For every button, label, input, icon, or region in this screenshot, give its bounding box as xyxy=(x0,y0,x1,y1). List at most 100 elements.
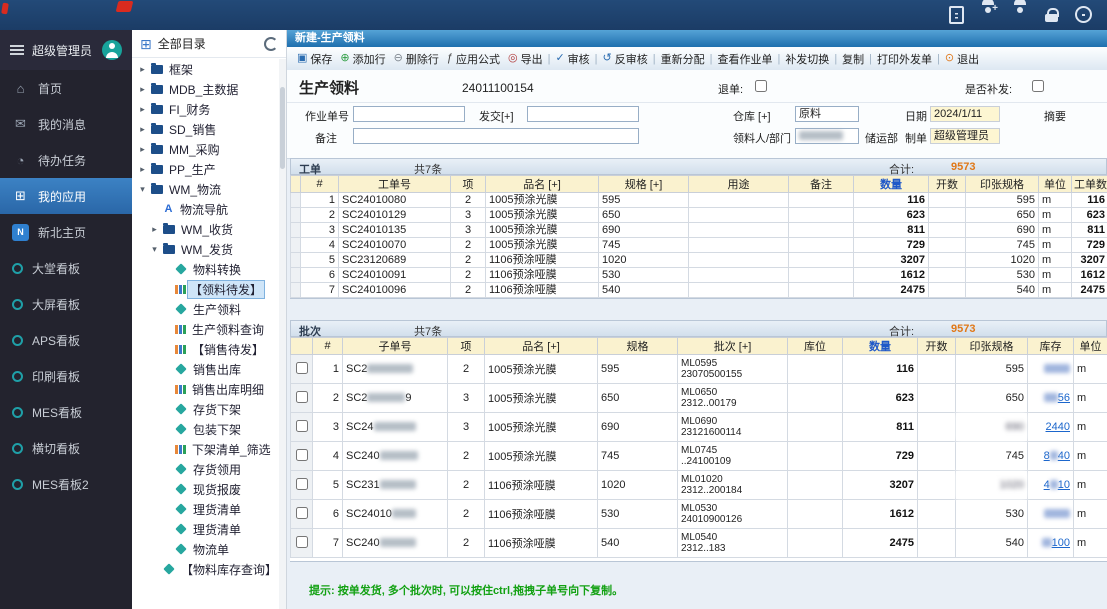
user-add-icon[interactable]: + xyxy=(979,6,997,24)
stock-link[interactable] xyxy=(1044,363,1070,375)
tree-item-17[interactable]: 存货下架 xyxy=(132,399,279,419)
tree-item-4[interactable]: ▸MM_采购 xyxy=(132,139,279,159)
sidebar-item-home[interactable]: ⌂首页 xyxy=(0,70,132,106)
cell-unit: m xyxy=(1039,208,1072,223)
stock-link[interactable]: 840 xyxy=(1044,450,1070,462)
remark-input[interactable] xyxy=(353,128,639,144)
cell-sheet-spec: 530 xyxy=(966,268,1039,283)
tree-item-15[interactable]: 销售出库 xyxy=(132,359,279,379)
tree-item-11[interactable]: 【领料待发】 xyxy=(132,279,279,299)
tree-item-18[interactable]: 包装下架 xyxy=(132,419,279,439)
sidebar-item-xinbei-home[interactable]: N新北主页 xyxy=(0,214,132,250)
add-row-button[interactable]: ⊕添加行 xyxy=(340,51,385,67)
copy-button[interactable]: 复制 xyxy=(842,51,864,67)
form-icon[interactable] xyxy=(947,6,965,24)
stock-link[interactable]: 100 xyxy=(1042,537,1070,549)
refresh-icon[interactable] xyxy=(264,37,278,51)
tree-item-21[interactable]: 现货报废 xyxy=(132,479,279,499)
export-button[interactable]: ◎导出 xyxy=(508,51,543,67)
sidebar-item-mes-board[interactable]: MES看板 xyxy=(0,394,132,430)
exit-button[interactable]: ⊙退出 xyxy=(945,51,979,67)
batch-row-checkbox[interactable] xyxy=(296,449,308,461)
tree-item-9[interactable]: ▾WM_发货 xyxy=(132,239,279,259)
tree-item-19[interactable]: 下架清单_筛选 xyxy=(132,439,279,459)
tree-item-1[interactable]: ▸MDB_主数据 xyxy=(132,79,279,99)
tree-item-3[interactable]: ▸SD_销售 xyxy=(132,119,279,139)
date-value[interactable]: 2024/1/11 xyxy=(930,106,1000,122)
tree-item-0[interactable]: ▸框架 xyxy=(132,59,279,79)
expand-arrow-icon[interactable]: ▾ xyxy=(150,244,159,255)
expand-arrow-icon[interactable]: ▸ xyxy=(138,164,147,175)
lock-icon[interactable] xyxy=(1043,6,1061,24)
tree-item-2[interactable]: ▸FI_财务 xyxy=(132,99,279,119)
sidebar-item-my-apps[interactable]: ⊞我的应用 xyxy=(0,178,132,214)
sidebar-item-messages[interactable]: ✉我的消息 xyxy=(0,106,132,142)
stock-link[interactable]: 410 xyxy=(1044,479,1070,491)
menu-icon[interactable] xyxy=(10,49,24,51)
tree-item-16[interactable]: 销售出库明细 xyxy=(132,379,279,399)
batch-row-checkbox[interactable] xyxy=(296,362,308,374)
sidebar-item-bigscreen-board[interactable]: 大屏看板 xyxy=(0,286,132,322)
apply-formula-button[interactable]: ƒ应用公式 xyxy=(447,51,500,67)
batch-row-checkbox[interactable] xyxy=(296,478,308,490)
tree-item-10[interactable]: 物料转换 xyxy=(132,259,279,279)
batch-row-checkbox[interactable] xyxy=(296,420,308,432)
stock-link[interactable]: 2440 xyxy=(1046,421,1070,433)
toolbar-button-label: 打印外发单 xyxy=(877,51,932,67)
warehouse-value[interactable]: 原料 xyxy=(795,106,859,122)
batch-row-checkbox[interactable] xyxy=(296,536,308,548)
column-header-spec: 规格 xyxy=(598,338,678,355)
reissue-toggle-button[interactable]: 补发切换 xyxy=(785,51,829,67)
sidebar-item-mes-board2[interactable]: MES看板2 xyxy=(0,466,132,502)
sidebar-item-crosscut-board[interactable]: 横切看板 xyxy=(0,430,132,466)
view-job-order-button[interactable]: 查看作业单 xyxy=(717,51,772,67)
tree-item-8[interactable]: ▸WM_收货 xyxy=(132,219,279,239)
tree-item-12[interactable]: 生产领料 xyxy=(132,299,279,319)
stock-link[interactable] xyxy=(1044,508,1070,520)
tree-item-7[interactable]: A物流导航 xyxy=(132,199,279,219)
expand-arrow-icon[interactable]: ▸ xyxy=(138,84,147,95)
sidebar-item-tasks[interactable]: ◔待办任务 xyxy=(0,142,132,178)
sidebar-item-lobby-board[interactable]: 大堂看板 xyxy=(0,250,132,286)
user-icon[interactable] xyxy=(1011,6,1029,24)
expand-arrow-icon[interactable]: ▸ xyxy=(138,144,147,155)
tree-item-24[interactable]: 物流单 xyxy=(132,539,279,559)
expand-arrow-icon[interactable]: ▸ xyxy=(138,104,147,115)
return-checkbox[interactable] xyxy=(755,80,767,92)
tree-item-20[interactable]: 存货领用 xyxy=(132,459,279,479)
expand-arrow-icon[interactable]: ▸ xyxy=(138,64,147,75)
cell-sheets xyxy=(918,355,956,384)
sidebar-item-aps-board[interactable]: APS看板 xyxy=(0,322,132,358)
print-outgoing-button[interactable]: 打印外发单 xyxy=(877,51,932,67)
cell-stock: 2440 xyxy=(1028,413,1074,442)
expand-arrow-icon[interactable]: ▾ xyxy=(138,184,147,195)
picker-input[interactable] xyxy=(795,128,859,144)
batch-row-checkbox[interactable] xyxy=(296,507,308,519)
cell-location xyxy=(788,471,843,500)
reassign-button[interactable]: 重新分配 xyxy=(661,51,705,67)
job-no-input[interactable] xyxy=(353,106,465,122)
reissue-checkbox[interactable] xyxy=(1032,80,1044,92)
cell-sheet-spec: 540 xyxy=(966,283,1039,298)
user-avatar-icon[interactable] xyxy=(102,40,122,60)
minus-circle-icon[interactable] xyxy=(1075,6,1093,24)
stock-link[interactable]: 56 xyxy=(1044,392,1070,404)
deliver-input[interactable] xyxy=(527,106,639,122)
tree-item-14[interactable]: 【销售待发】 xyxy=(132,339,279,359)
save-button[interactable]: ▣保存 xyxy=(297,51,332,67)
expand-arrow-icon[interactable]: ▸ xyxy=(150,224,159,235)
expand-arrow-icon[interactable]: ▸ xyxy=(138,124,147,135)
tree-item-22[interactable]: 理货清单 xyxy=(132,499,279,519)
delete-row-button[interactable]: ⊖删除行 xyxy=(394,51,439,67)
tree-scrollbar xyxy=(279,59,286,609)
reverse-audit-button[interactable]: ↺反审核 xyxy=(603,51,648,67)
tree-item-25[interactable]: 【物料库存查询】 xyxy=(132,559,279,579)
tree-item-6[interactable]: ▾WM_物流 xyxy=(132,179,279,199)
audit-button[interactable]: ✓审核 xyxy=(555,51,589,67)
tree-item-13[interactable]: 生产领料查询 xyxy=(132,319,279,339)
tree-item-23[interactable]: 理货清单 xyxy=(132,519,279,539)
tree-scrollbar-thumb[interactable] xyxy=(280,87,285,169)
batch-row-checkbox[interactable] xyxy=(296,391,308,403)
tree-item-5[interactable]: ▸PP_生产 xyxy=(132,159,279,179)
sidebar-item-print-board[interactable]: 印刷看板 xyxy=(0,358,132,394)
